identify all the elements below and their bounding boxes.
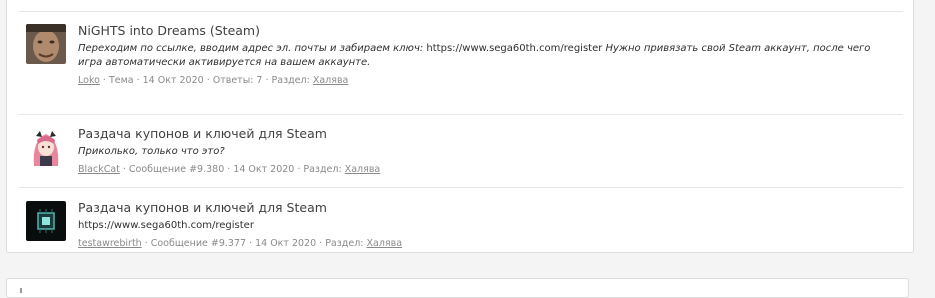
separator: · xyxy=(144,238,148,249)
separator: · xyxy=(136,75,140,86)
search-result-item: NiGHTS into Dreams (Steam) Переходим по … xyxy=(18,11,903,115)
result-meta: testawrebirth · Сообщение #9.377 · 14 Окт 20… xyxy=(78,237,897,250)
separator: · xyxy=(102,75,106,86)
result-snippet: Переходим по ссылке, вводим адрес эл. по… xyxy=(78,42,897,70)
separator: · xyxy=(249,238,253,249)
section-label: Раздел: xyxy=(303,164,342,175)
author-link[interactable]: Loko xyxy=(78,75,100,86)
result-date: 14 Окт 2020 xyxy=(255,238,317,249)
result-meta: BlackCat · Сообщение #9.380 · 14 Окт 2020 · Ра… xyxy=(78,163,897,176)
result-type: Тема xyxy=(108,75,134,86)
snippet-text: Переходим по ссылке, вводим адрес эл. по… xyxy=(78,43,427,54)
result-meta: Loko · Тема · 14 Окт 2020 · Ответы: 7 · Раздел: … xyxy=(78,74,897,87)
snippet-link[interactable]: https://www.sega60th.com/register xyxy=(78,220,254,231)
section-label: Раздел: xyxy=(325,238,364,249)
section-link[interactable]: Халява xyxy=(345,164,381,175)
divider xyxy=(20,288,22,293)
result-snippet: Приколько, только что это? xyxy=(78,146,225,157)
next-block xyxy=(6,278,909,298)
section-link[interactable]: Халява xyxy=(367,238,403,249)
search-result-item: Раздача купонов и ключей для Steam Прико… xyxy=(18,115,903,188)
result-date: 14 Окт 2020 xyxy=(142,75,204,86)
author-link[interactable]: testawrebirth xyxy=(78,238,142,249)
avatar[interactable] xyxy=(26,126,66,166)
section-label: Раздел: xyxy=(271,75,310,86)
search-result-item: Раздача купонов и ключей для Steam https… xyxy=(18,188,903,261)
result-title[interactable]: NiGHTS into Dreams (Steam) xyxy=(78,22,897,39)
separator: · xyxy=(122,164,126,175)
avatar[interactable] xyxy=(26,24,66,64)
result-title[interactable]: Раздача купонов и ключей для Steam xyxy=(78,125,897,142)
search-results-block: NiGHTS into Dreams (Steam) Переходим по … xyxy=(6,0,914,253)
avatar[interactable] xyxy=(26,201,66,241)
separator: · xyxy=(265,75,269,86)
result-type: Сообщение #9.380 xyxy=(128,164,225,175)
result-type: Сообщение #9.377 xyxy=(150,238,247,249)
result-title[interactable]: Раздача купонов и ключей для Steam xyxy=(78,199,897,216)
result-snippet: https://www.sega60th.com/register xyxy=(78,219,897,233)
separator: · xyxy=(227,164,231,175)
separator: · xyxy=(206,75,210,86)
result-replies: Ответы: 7 xyxy=(212,75,263,86)
search-results-list: NiGHTS into Dreams (Steam) Переходим по … xyxy=(18,0,903,261)
snippet-link[interactable]: https://www.sega60th.com/register xyxy=(426,43,602,54)
author-link[interactable]: BlackCat xyxy=(78,164,120,175)
separator: · xyxy=(319,238,323,249)
result-date: 14 Окт 2020 xyxy=(233,164,295,175)
section-link[interactable]: Халява xyxy=(313,75,349,86)
